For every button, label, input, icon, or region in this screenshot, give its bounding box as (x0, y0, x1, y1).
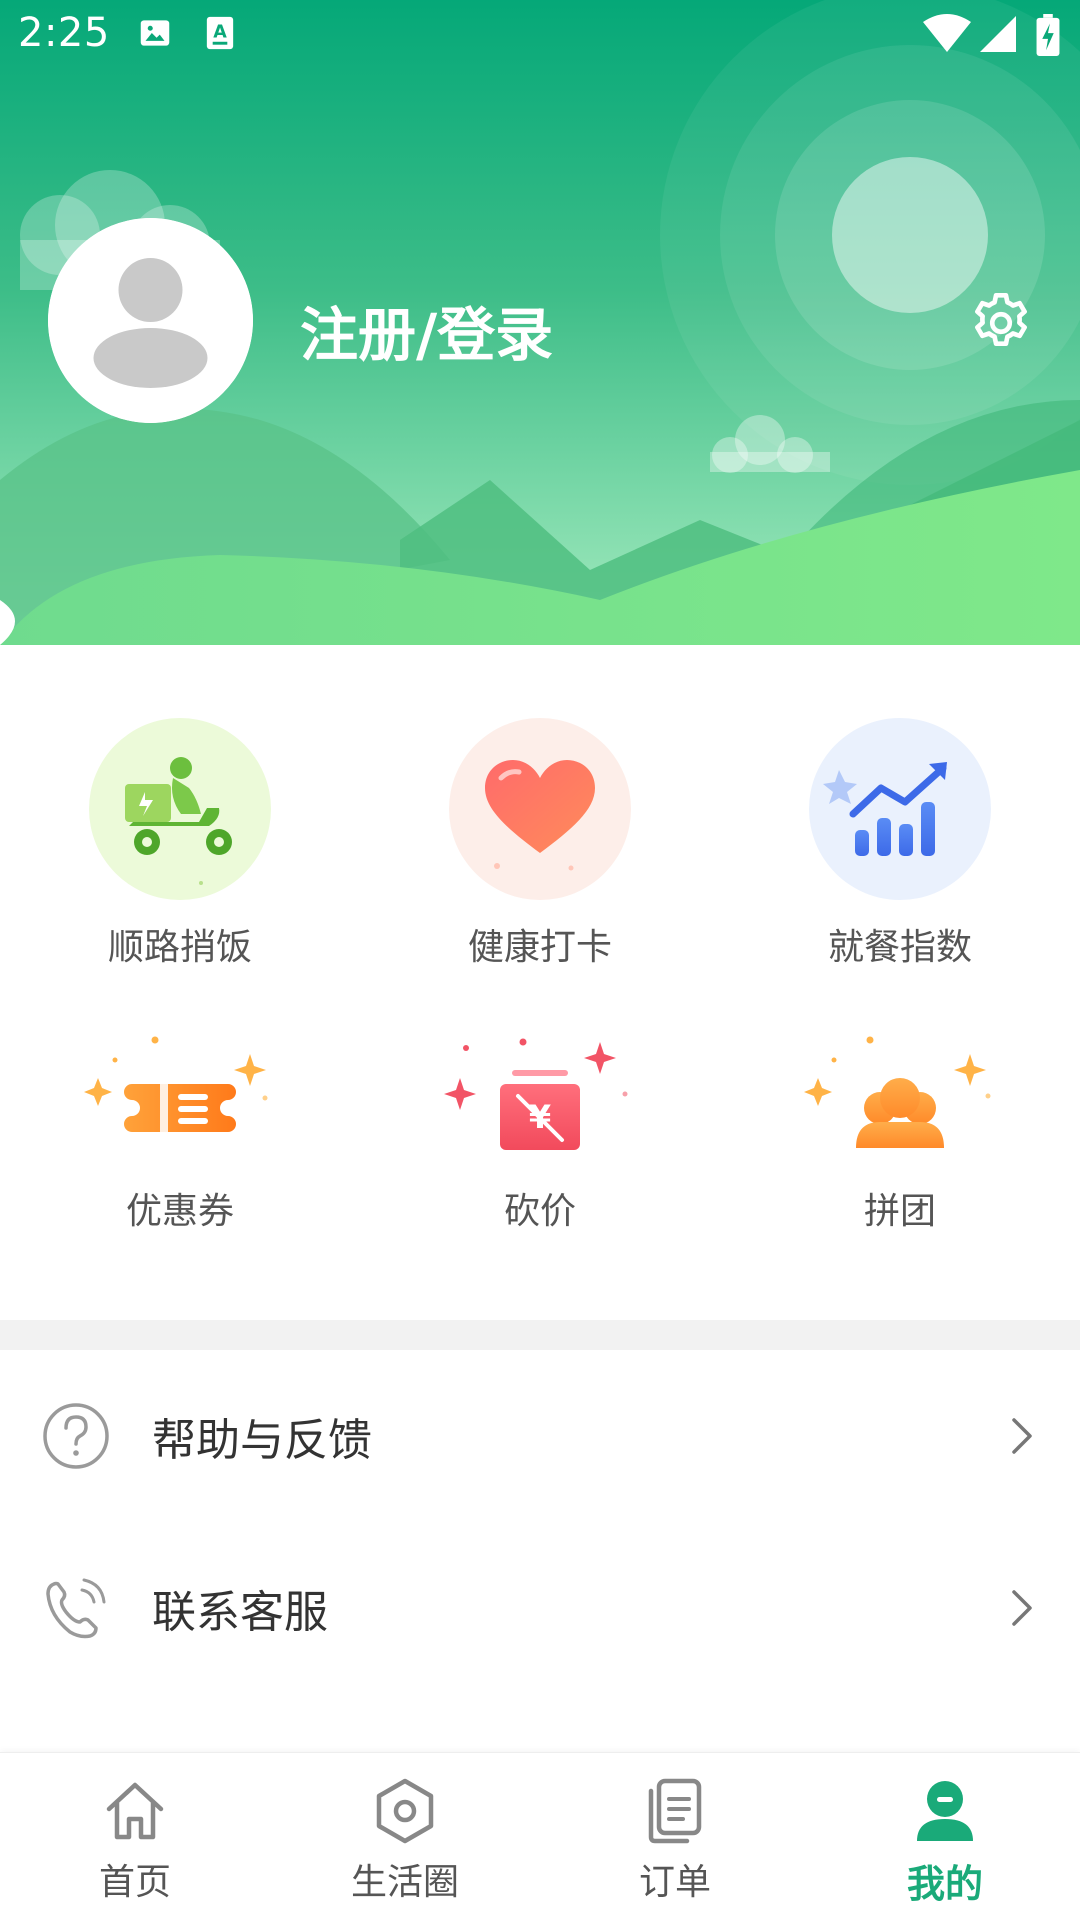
help-circle-icon (43, 1403, 109, 1469)
menu-label: 联系客服 (152, 1587, 328, 1638)
feature-health-checkin[interactable]: 健康打卡 (360, 718, 720, 970)
feature-dining-index[interactable]: 就餐指数 (720, 718, 1080, 970)
profile-icon (917, 1781, 973, 1841)
feature-group-buy[interactable]: 拼团 (720, 1030, 1080, 1234)
group-users-icon (800, 1030, 1000, 1170)
feature-bargain[interactable]: ¥ 砍价 (360, 1030, 720, 1234)
coupon-icon (80, 1030, 280, 1170)
home-icon (106, 1782, 164, 1840)
settings-button[interactable] (966, 288, 1036, 358)
nav-label: 生活圈 (350, 1862, 459, 1903)
a11y-text-icon: A (202, 14, 238, 56)
avatar[interactable] (48, 218, 253, 423)
status-time: 2:25 (18, 10, 110, 56)
menu-contact-service[interactable]: 联系客服 (0, 1522, 1080, 1694)
feature-label: 砍价 (503, 1191, 576, 1232)
profile-screen: 2:25 A 注册/登录 顺路捎饭 健康打卡 就餐指数 优惠券 砍价 拼团 帮助… (0, 0, 1080, 1920)
nav-label: 订单 (638, 1862, 711, 1903)
user-placeholder-icon (48, 218, 253, 423)
nav-orders[interactable]: 订单 (540, 1753, 810, 1920)
image-icon (136, 14, 174, 56)
status-bar: 2:25 A (0, 0, 1080, 70)
feature-label: 就餐指数 (827, 927, 972, 968)
menu-label: 帮助与反馈 (152, 1415, 372, 1466)
feature-label: 顺路捎饭 (107, 927, 252, 968)
nav-life-circle[interactable]: 生活圈 (270, 1753, 540, 1920)
wifi-icon (922, 14, 972, 58)
delivery-scooter-icon (89, 718, 271, 900)
yuan-price-cut-icon: ¥ (440, 1030, 640, 1170)
bottom-navigation: 首页 生活圈 订单 我的 (0, 1752, 1080, 1920)
nav-label: 首页 (98, 1862, 171, 1903)
gear-icon (975, 292, 1027, 347)
battery-charging-icon (1036, 14, 1060, 60)
feature-label: 优惠券 (125, 1191, 234, 1232)
feature-label: 健康打卡 (467, 927, 612, 968)
phone-call-icon (46, 1578, 106, 1639)
nav-mine[interactable]: 我的 (810, 1753, 1080, 1920)
nav-home[interactable]: 首页 (0, 1753, 270, 1920)
cellular-signal-icon (980, 14, 1016, 58)
order-document-icon (648, 1778, 702, 1844)
bar-chart-trend-icon (809, 718, 991, 900)
profile-header: 2:25 A 注册/登录 (0, 0, 1080, 645)
menu-help-feedback[interactable]: 帮助与反馈 (0, 1350, 1080, 1522)
feature-delivery[interactable]: 顺路捎饭 (0, 718, 360, 970)
svg-text:A: A (213, 22, 227, 42)
section-divider (0, 1320, 1080, 1350)
chevron-right-icon (1012, 1418, 1032, 1454)
nav-label: 我的 (906, 1862, 983, 1906)
feature-coupon[interactable]: 优惠券 (0, 1030, 360, 1234)
feature-label: 拼团 (863, 1191, 936, 1232)
chevron-right-icon (1012, 1590, 1032, 1626)
heart-icon (449, 718, 631, 900)
hexagon-circle-icon (376, 1778, 434, 1844)
login-register-link[interactable]: 注册/登录 (300, 288, 553, 372)
feature-grid: 顺路捎饭 健康打卡 就餐指数 优惠券 砍价 拼团 (0, 645, 1080, 1320)
